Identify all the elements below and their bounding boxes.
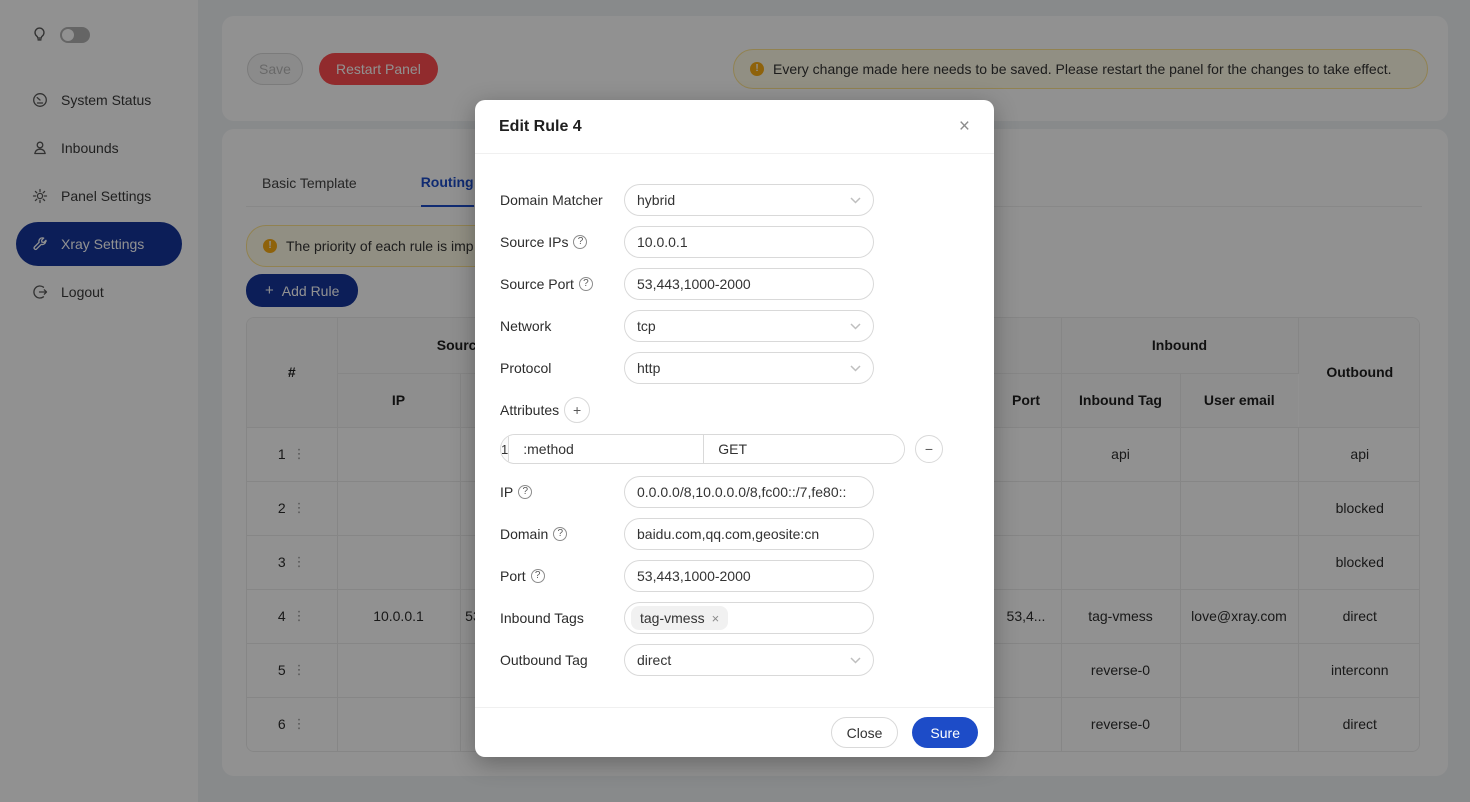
field-source-ips: Source IPs? bbox=[500, 226, 969, 258]
modal-header: Edit Rule 4 × bbox=[475, 100, 994, 154]
field-outbound-tag: Outbound Tag direct bbox=[500, 644, 969, 676]
chevron-down-icon bbox=[850, 197, 861, 204]
source-port-input[interactable] bbox=[624, 268, 874, 300]
outbound-tag-value: direct bbox=[637, 652, 671, 668]
port-input[interactable] bbox=[624, 560, 874, 592]
help-icon[interactable]: ? bbox=[518, 485, 532, 499]
field-label: Source Port bbox=[500, 276, 574, 292]
domain-matcher-select[interactable]: hybrid bbox=[624, 184, 874, 216]
field-label: Port bbox=[500, 568, 526, 584]
ip-input[interactable] bbox=[624, 476, 874, 508]
minus-icon: − bbox=[925, 441, 933, 457]
help-icon[interactable]: ? bbox=[573, 235, 587, 249]
tag-chip-label: tag-vmess bbox=[640, 610, 705, 626]
network-select[interactable]: tcp bbox=[624, 310, 874, 342]
sure-button[interactable]: Sure bbox=[912, 717, 978, 748]
field-attributes: Attributes + bbox=[500, 394, 969, 426]
outbound-tag-select[interactable]: direct bbox=[624, 644, 874, 676]
source-ips-input[interactable] bbox=[624, 226, 874, 258]
modal-body: Domain Matcher hybrid Source IPs? Source… bbox=[475, 154, 994, 676]
protocol-value: http bbox=[637, 360, 660, 376]
field-label: Outbound Tag bbox=[500, 652, 588, 668]
tag-remove-icon[interactable]: × bbox=[712, 611, 720, 626]
help-icon[interactable]: ? bbox=[553, 527, 567, 541]
chevron-down-icon bbox=[850, 323, 861, 330]
field-port: Port? bbox=[500, 560, 969, 592]
modal-close-button[interactable]: × bbox=[959, 117, 970, 136]
field-label: Inbound Tags bbox=[500, 610, 584, 626]
domain-matcher-value: hybrid bbox=[637, 192, 675, 208]
tag-chip: tag-vmess × bbox=[631, 606, 728, 630]
close-button[interactable]: Close bbox=[831, 717, 899, 748]
edit-rule-modal: Edit Rule 4 × Domain Matcher hybrid Sour… bbox=[475, 100, 994, 757]
field-label: Domain Matcher bbox=[500, 192, 603, 208]
help-icon[interactable]: ? bbox=[531, 569, 545, 583]
field-domain-matcher: Domain Matcher hybrid bbox=[500, 184, 969, 216]
field-network: Network tcp bbox=[500, 310, 969, 342]
attribute-group: 1 bbox=[500, 434, 905, 464]
screen: System Status Inbounds Panel Settings Xr… bbox=[0, 0, 1470, 802]
field-protocol: Protocol http bbox=[500, 352, 969, 384]
attributes-add-button[interactable]: + bbox=[564, 397, 590, 423]
field-label: Network bbox=[500, 318, 551, 334]
attribute-index: 1 bbox=[501, 435, 509, 463]
help-icon[interactable]: ? bbox=[579, 277, 593, 291]
attribute-row: 1 − bbox=[500, 434, 969, 464]
field-label: Domain bbox=[500, 526, 548, 542]
attribute-value-input[interactable] bbox=[704, 435, 905, 463]
field-ip: IP? bbox=[500, 476, 969, 508]
field-source-port: Source Port? bbox=[500, 268, 969, 300]
field-label: Source IPs bbox=[500, 234, 568, 250]
field-inbound-tags: Inbound Tags tag-vmess × bbox=[500, 602, 969, 634]
field-label: IP bbox=[500, 484, 513, 500]
attribute-remove-button[interactable]: − bbox=[915, 435, 943, 463]
domain-input[interactable] bbox=[624, 518, 874, 550]
protocol-select[interactable]: http bbox=[624, 352, 874, 384]
modal-footer: Close Sure bbox=[475, 707, 994, 757]
close-icon: × bbox=[959, 116, 970, 137]
field-label: Protocol bbox=[500, 360, 551, 376]
field-label: Attributes bbox=[500, 402, 559, 418]
plus-icon: + bbox=[573, 402, 581, 418]
attribute-key-input[interactable] bbox=[509, 435, 704, 463]
field-domain: Domain? bbox=[500, 518, 969, 550]
network-value: tcp bbox=[637, 318, 656, 334]
chevron-down-icon bbox=[850, 365, 861, 372]
modal-title: Edit Rule 4 bbox=[499, 118, 582, 136]
inbound-tags-field[interactable]: tag-vmess × bbox=[624, 602, 874, 634]
chevron-down-icon bbox=[850, 657, 861, 664]
